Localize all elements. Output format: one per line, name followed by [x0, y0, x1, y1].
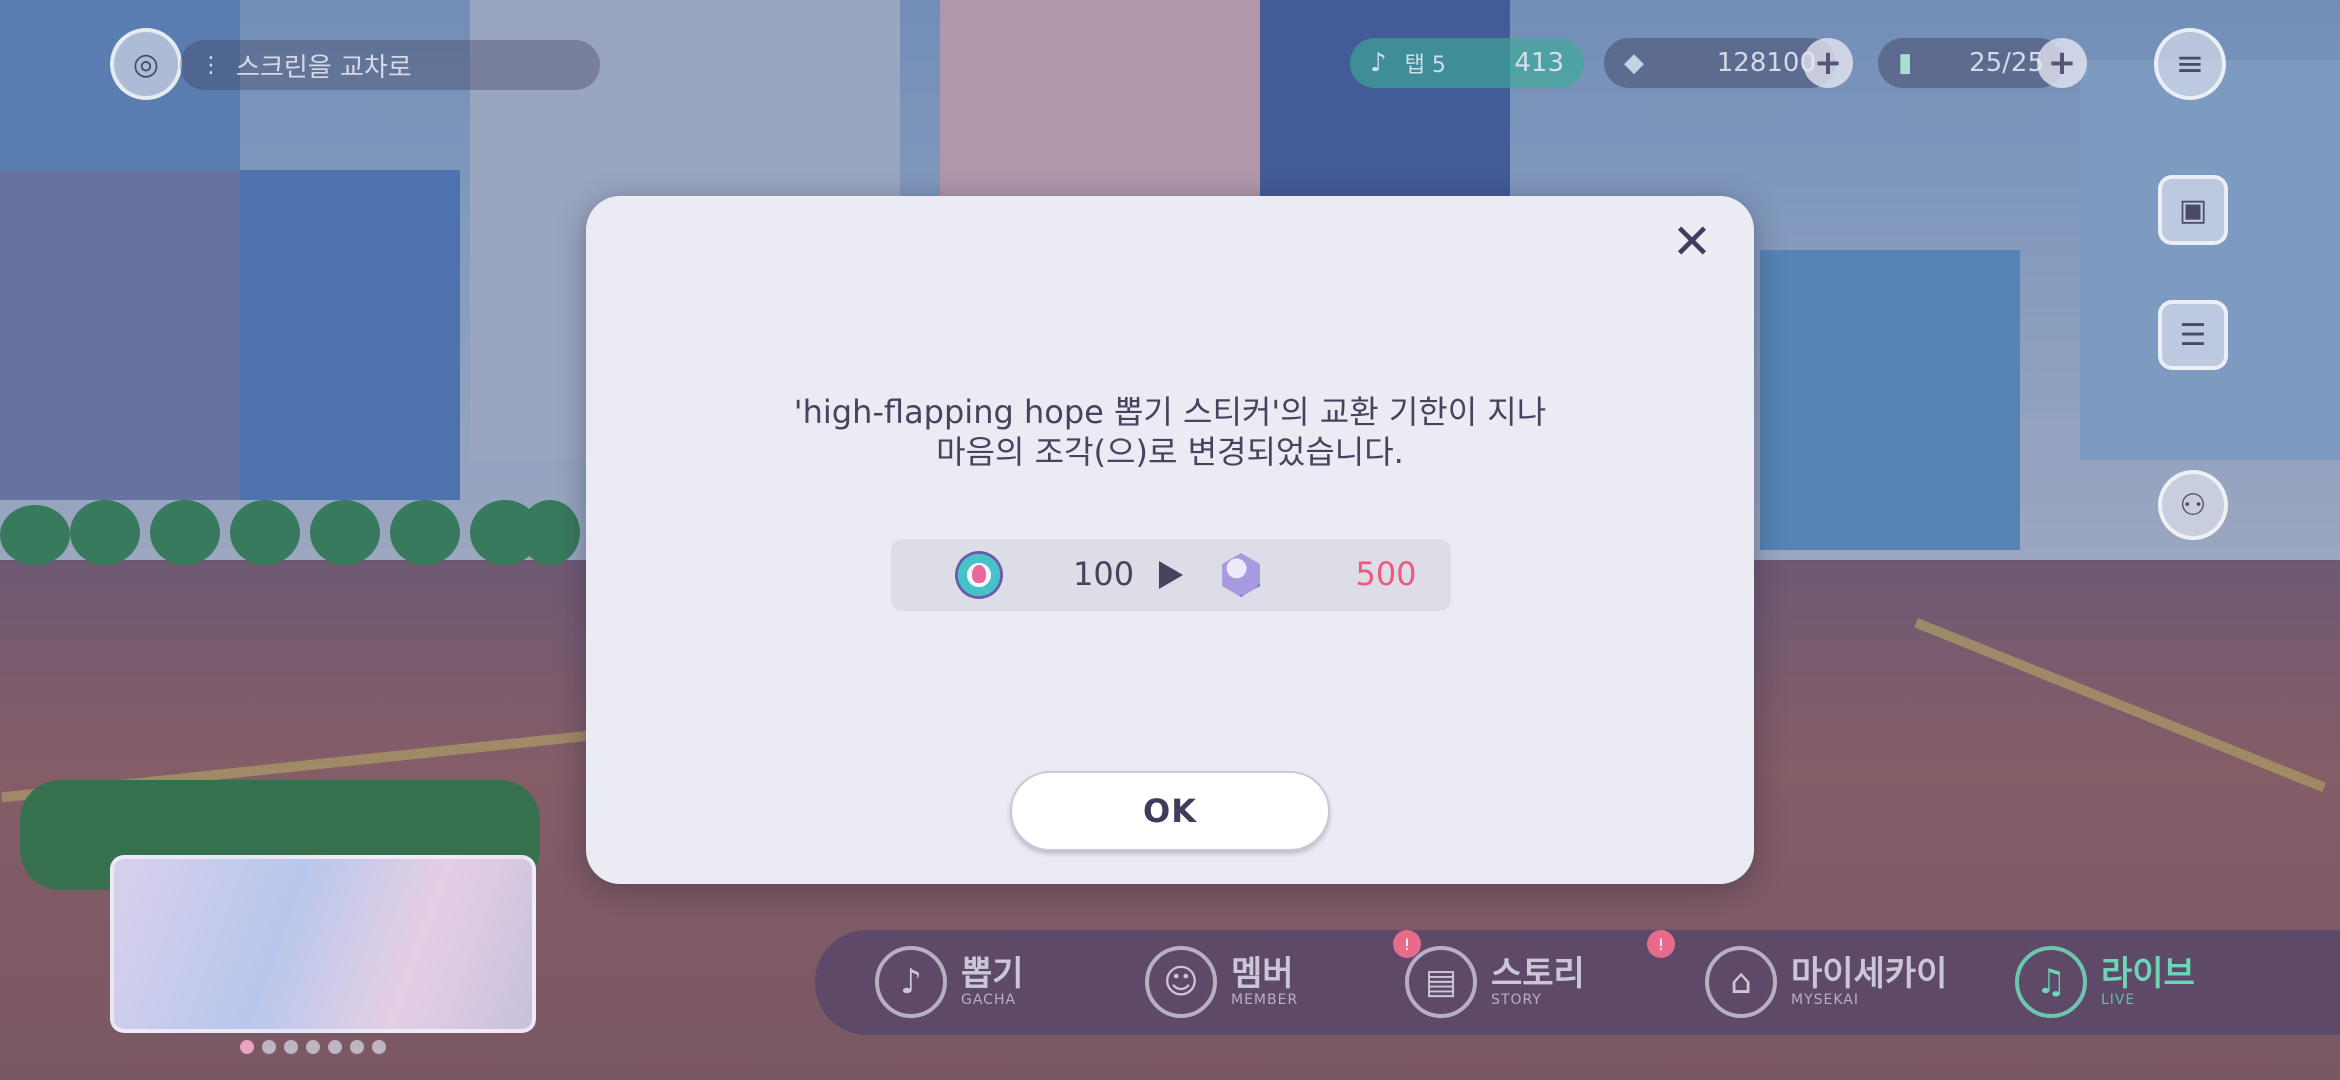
add-crystal-button[interactable]: +	[1803, 38, 1853, 88]
page-dot	[372, 1040, 386, 1054]
mission-list-icon[interactable]: ☰	[2158, 300, 2228, 370]
page-dot	[240, 1040, 254, 1054]
message-line-2: 마음의 조각(으)로 변경되었습니다.	[936, 433, 1404, 471]
nav-member[interactable]: ☺ 멤버 MEMBER	[1145, 942, 1298, 1022]
heart-fragment-gem-icon	[1222, 553, 1260, 597]
message-line-1: 'high-flapping hope 뽑기 스티커'의 교환 기한이 지나	[793, 393, 1547, 431]
dialog-message: 'high-flapping hope 뽑기 스티커'의 교환 기한이 지나 마…	[586, 392, 1754, 472]
energy-bottle-icon: ▮	[1898, 48, 1913, 78]
mysekai-notification-badge: !	[1647, 930, 1675, 958]
page-dot	[306, 1040, 320, 1054]
location-label: ⋮ 스크린을 교차로	[180, 40, 600, 90]
nav-sublabel: MYSEKAI	[1791, 992, 1860, 1008]
crystal-icon: ◆	[1624, 48, 1644, 78]
page-dot	[284, 1040, 298, 1054]
nav-sublabel: MEMBER	[1231, 992, 1299, 1008]
event-banner[interactable]	[110, 855, 536, 1033]
nav-label: 멤버	[1231, 953, 1294, 994]
nav-sublabel: STORY	[1491, 992, 1542, 1008]
hamburger-menu-icon[interactable]: ≡	[2154, 28, 2226, 100]
nav-sublabel: LIVE	[2101, 992, 2136, 1008]
to-value: 500	[1355, 555, 1417, 593]
exchange-conversion-row: 100 500	[891, 539, 1451, 611]
nav-sublabel: GACHA	[961, 992, 1017, 1008]
energy-value: 25/25	[1969, 48, 2044, 78]
sticker-coin-icon	[955, 551, 1003, 599]
location-text: 스크린을 교차로	[236, 52, 412, 83]
music-note-icon: ♫	[2015, 946, 2087, 1018]
member-icon: ☺	[1145, 946, 1217, 1018]
friends-icon[interactable]: ⚇	[2158, 470, 2228, 540]
exchange-expired-dialog: ✕ 'high-flapping hope 뽑기 스티커'의 교환 기한이 지나…	[586, 196, 1754, 884]
nav-label: 라이브	[2101, 953, 2195, 994]
nav-label: 뽑기	[961, 953, 1024, 994]
globe-icon[interactable]: ◎	[110, 28, 182, 100]
location-pin-icon: ⋮	[200, 52, 222, 78]
play-arrow-icon	[1159, 561, 1183, 589]
page-dot	[328, 1040, 342, 1054]
event-icon: ♪	[1370, 48, 1387, 78]
add-energy-button[interactable]: +	[2037, 38, 2087, 88]
ok-button[interactable]: OK	[1010, 771, 1330, 851]
nav-story[interactable]: ▤ 스토리 STORY	[1405, 942, 1585, 1022]
banner-pagination	[240, 1040, 386, 1054]
story-notification-badge: !	[1393, 930, 1421, 958]
page-dot	[350, 1040, 364, 1054]
nav-gacha[interactable]: ♪ 뽑기 GACHA	[875, 942, 1024, 1022]
event-points-pill[interactable]: ♪ 탭 5 413	[1350, 38, 1584, 88]
page-dot	[262, 1040, 276, 1054]
crystal-value: 128100	[1716, 48, 1816, 78]
nav-live[interactable]: ♫ 라이브 LIVE	[2015, 942, 2195, 1022]
nav-mysekai[interactable]: ⌂ 마이세카이 MYSEKAI	[1705, 942, 1947, 1022]
close-icon[interactable]: ✕	[1660, 210, 1724, 274]
nav-label: 스토리	[1491, 953, 1585, 994]
story-book-icon: ▤	[1405, 946, 1477, 1018]
gacha-icon: ♪	[875, 946, 947, 1018]
event-value: 413	[1514, 48, 1564, 78]
house-icon: ⌂	[1705, 946, 1777, 1018]
bottom-nav: ♪ 뽑기 GACHA ☺ 멤버 MEMBER ▤ 스토리 STORY ! ⌂ 마이세카…	[815, 930, 2340, 1035]
event-label: 탭 5	[1404, 53, 1446, 78]
crystal-currency-pill: ◆ 128100	[1604, 38, 1836, 88]
gift-icon[interactable]: ▣	[2158, 175, 2228, 245]
nav-label: 마이세카이	[1791, 953, 1948, 994]
